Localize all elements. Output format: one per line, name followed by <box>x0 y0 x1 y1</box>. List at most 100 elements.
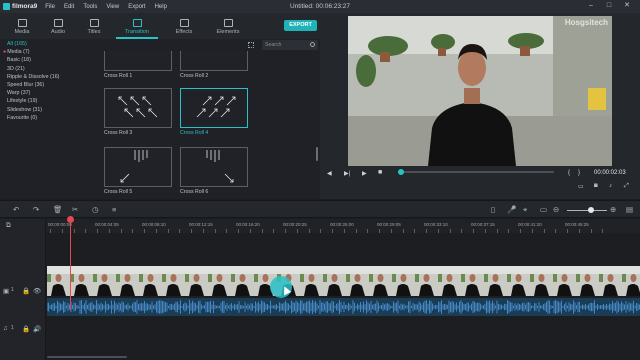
clip-frame <box>461 266 484 296</box>
category-all[interactable]: All (165) <box>0 40 96 48</box>
category-ripple-dissolve[interactable]: Ripple & Dissolve (16) <box>0 73 96 81</box>
adjust-icon[interactable]: ≡ <box>112 205 116 214</box>
transition-tile[interactable]: Cross Roll 2 <box>180 51 248 79</box>
timeline-ruler[interactable]: 00:00:00:00 00:00:04:05 00:00:08:10 00:00:1… <box>46 219 640 233</box>
ruler-tick <box>402 229 404 233</box>
ruler-tick <box>155 229 157 233</box>
zoom-slider-handle[interactable] <box>588 207 594 213</box>
ruler-tick <box>167 229 169 233</box>
tab-titles[interactable]: Titles <box>76 19 112 39</box>
stop-icon[interactable]: ■ <box>378 169 382 176</box>
menu-help[interactable]: Help <box>155 4 167 10</box>
lock-icon[interactable]: 🔒 <box>22 287 30 295</box>
zoom-in-icon[interactable]: ⊕ <box>610 205 616 214</box>
fullscreen-icon[interactable]: ⤢ <box>624 183 629 190</box>
audio-clip[interactable] <box>47 298 640 316</box>
snapshot-icon[interactable]: ◙ <box>594 183 598 189</box>
lock-icon[interactable]: 🔒 <box>22 325 30 333</box>
transition-name: Cross Roll 5 <box>104 189 133 195</box>
timeline-scrollbar[interactable] <box>47 356 127 358</box>
ruler-tick <box>132 229 134 233</box>
volume-icon[interactable]: ♪ <box>609 183 612 189</box>
cut-icon[interactable]: ✂ <box>72 205 78 214</box>
undo-icon[interactable]: ↶ <box>13 205 19 214</box>
voiceover-icon[interactable]: 🎤 <box>507 205 516 214</box>
add-track-icon[interactable]: ⧉ <box>6 222 11 230</box>
ruler-tick <box>97 229 98 233</box>
grid-view-icon[interactable] <box>248 42 254 48</box>
category-basic[interactable]: Basic (18) <box>0 56 96 64</box>
ruler-tick <box>296 229 298 233</box>
menu-edit[interactable]: Edit <box>64 4 74 10</box>
transition-tile[interactable]: Cross Roll 6 <box>180 147 248 195</box>
clip-frame <box>185 266 208 296</box>
tab-transition[interactable]: Transition <box>112 19 162 39</box>
ruler-tick <box>496 229 498 233</box>
previous-frame-icon[interactable]: ◀︎ <box>327 170 332 177</box>
ruler-tick <box>249 229 251 233</box>
ruler-tick <box>578 229 580 233</box>
transition-tile[interactable]: Cross Roll 5 <box>104 147 172 195</box>
export-button[interactable]: EXPORT <box>284 20 317 31</box>
zoom-out-icon[interactable]: ⊖ <box>553 205 559 214</box>
bracket-out-icon[interactable]: } <box>578 170 580 176</box>
transition-name: Cross Roll 1 <box>104 73 133 79</box>
delete-icon[interactable]: 🗑 <box>53 205 63 214</box>
ruler-tick <box>567 229 568 233</box>
transition-thumbnail <box>180 147 248 187</box>
fit-timeline-icon[interactable]: ▤ <box>626 205 633 214</box>
tab-effects[interactable]: Effects <box>162 19 206 39</box>
search-row: Search <box>96 39 320 51</box>
menu-export[interactable]: Export <box>128 4 145 10</box>
tab-audio[interactable]: Audio <box>40 19 76 39</box>
transition-tile[interactable]: Cross Roll 3 <box>104 88 172 136</box>
ruler-tick <box>273 229 275 233</box>
snap-icon[interactable]: ⌖ <box>523 205 527 214</box>
marker-icon[interactable]: ▭ <box>540 205 547 214</box>
ruler-tick <box>473 229 474 233</box>
bracket-in-icon[interactable]: { <box>568 170 570 176</box>
ruler-tick <box>437 229 439 233</box>
filmora-logo-icon <box>3 3 10 10</box>
clip-frame <box>622 266 640 296</box>
clip-frame <box>392 266 415 296</box>
menu-tools[interactable]: Tools <box>83 4 97 10</box>
redo-icon[interactable]: ↷ <box>33 205 39 214</box>
minimize-icon[interactable]: – <box>586 1 596 11</box>
ruler-tick <box>543 229 545 233</box>
text-icon <box>89 19 99 27</box>
maximize-icon[interactable]: □ <box>604 1 614 11</box>
category-slideshow[interactable]: Slideshow (31) <box>0 106 96 114</box>
speed-icon[interactable]: ◷ <box>92 205 99 214</box>
search-input[interactable]: Search <box>262 40 318 50</box>
menu-view[interactable]: View <box>106 4 119 10</box>
step-back-icon[interactable]: ▶︎| <box>344 170 350 177</box>
category-warp[interactable]: Warp (37) <box>0 89 96 97</box>
ruler-label: 00:00:04:05 <box>95 222 119 227</box>
tab-media[interactable]: Media <box>4 19 40 39</box>
ruler-tick <box>355 229 357 233</box>
category-speed-blur[interactable]: Speed Blur (36) <box>0 81 96 89</box>
display-settings-icon[interactable]: ▭ <box>578 183 584 190</box>
close-icon[interactable]: ✕ <box>622 1 632 11</box>
play-icon[interactable]: ▶ <box>362 170 367 177</box>
effects-icon <box>179 19 189 27</box>
category-lifestyle[interactable]: Lifestyle (19) <box>0 97 96 105</box>
transition-tile-selected[interactable]: Cross Roll 4 <box>180 88 248 136</box>
category-media[interactable]: ●Media (7) <box>0 48 96 56</box>
category-favourite[interactable]: Favourite (0) <box>0 114 96 122</box>
ruler-label: 00:00:16:20 <box>236 222 260 227</box>
clip-frame <box>553 266 576 296</box>
transition-scrollbar[interactable] <box>316 147 318 161</box>
playback-progress[interactable] <box>398 171 554 173</box>
transition-tile[interactable]: Cross Roll 1 <box>104 51 172 79</box>
speaker-icon[interactable]: 🔊 <box>33 325 41 333</box>
zoom-slider[interactable] <box>567 210 607 211</box>
tab-elements[interactable]: Elements <box>206 19 250 39</box>
menu-file[interactable]: File <box>45 4 55 10</box>
transition-name: Cross Roll 6 <box>180 189 209 195</box>
eye-icon[interactable]: 👁 <box>33 287 41 295</box>
video-clip[interactable] <box>47 266 640 296</box>
render-icon[interactable]: ▯ <box>491 205 495 214</box>
category-3d[interactable]: 3D (21) <box>0 65 96 73</box>
